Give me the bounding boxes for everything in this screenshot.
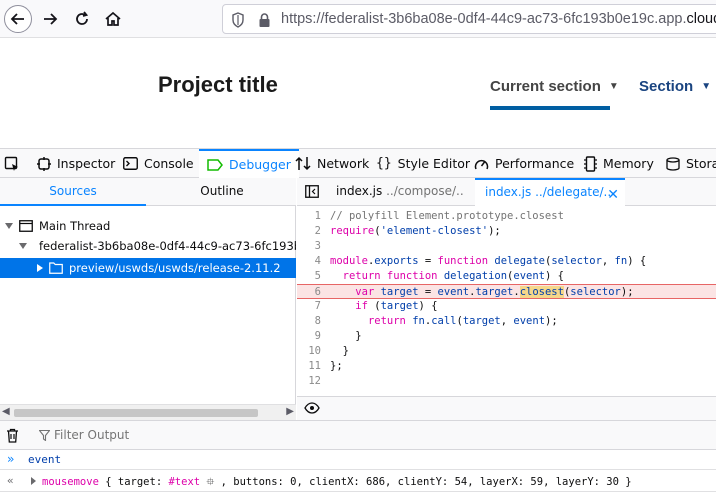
console-output-object: mousemove { target: #text ⯐ , buttons: 0…	[42, 476, 632, 488]
trash-icon[interactable]	[6, 428, 19, 443]
network-icon	[295, 156, 311, 171]
code-line: 8 return fn.call(target, event);	[314, 315, 558, 327]
back-button[interactable]	[4, 5, 32, 33]
code-line: 5 return function delegation(event) {	[314, 270, 564, 282]
tab-style-editor[interactable]: {} Style Editor	[376, 149, 470, 178]
element-picker-button[interactable]	[4, 149, 26, 178]
chevron-down-icon: ▼	[608, 81, 619, 92]
close-icon[interactable]: ✕	[607, 183, 619, 207]
tree-item-folder[interactable]: preview/uswds/uswds/release-2.11.2	[0, 258, 296, 278]
tab-console[interactable]: Console	[123, 149, 194, 178]
code-line: 3	[314, 240, 321, 252]
window-icon	[19, 220, 33, 232]
tab-inspector[interactable]: Inspector	[37, 149, 115, 178]
console-input-row: » event	[0, 450, 716, 470]
picker-icon	[4, 156, 18, 171]
filter-output-input[interactable]	[54, 428, 354, 442]
code-line: 7 if (target) {	[314, 300, 438, 312]
collapsed-triangle-icon	[37, 264, 43, 272]
arrow-left-icon	[10, 13, 24, 25]
url-bar[interactable]: https://federalist-3b6ba08e-0df4-44c9-ac…	[222, 4, 716, 34]
arrow-right-icon	[44, 13, 58, 25]
shield-icon[interactable]	[231, 12, 245, 28]
tab-outline[interactable]: Outline	[148, 178, 296, 206]
eye-icon[interactable]	[304, 401, 320, 415]
forward-button[interactable]	[36, 5, 64, 33]
inspector-icon	[37, 156, 51, 171]
expand-triangle-icon	[19, 243, 27, 249]
reload-button[interactable]	[68, 5, 96, 33]
sources-panel: Sources Outline Main Thread federalist-3…	[0, 178, 296, 420]
console-command[interactable]: event	[28, 453, 61, 466]
code-line: 12	[308, 375, 321, 387]
target-node-icon[interactable]: ⯐	[206, 476, 214, 488]
memory-chip-icon	[584, 155, 597, 172]
lock-icon[interactable]	[258, 12, 271, 28]
page-title: Project title	[158, 72, 278, 97]
scroll-right-icon[interactable]: ▶	[286, 406, 294, 417]
editor-footer	[297, 396, 716, 420]
home-icon	[105, 11, 121, 26]
web-page: Project title Current section ▼ Section ▼	[0, 38, 716, 148]
sources-panel-tabs: Sources Outline	[0, 178, 296, 206]
folder-icon	[49, 262, 63, 274]
home-button[interactable]	[99, 5, 127, 33]
tab-debugger[interactable]: Debugger	[199, 149, 299, 178]
nav-section[interactable]: Section ▼	[639, 78, 711, 95]
paused-code-line: 6 var target = event.target.closest(sele…	[297, 284, 716, 299]
devtools-tab-bar: Inspector Console Debugger Network {} St…	[0, 148, 716, 178]
filter-icon	[39, 430, 50, 441]
tab-memory[interactable]: Memory	[584, 149, 654, 178]
tab-performance[interactable]: Performance	[474, 149, 574, 178]
tab-sources[interactable]: Sources	[0, 178, 146, 206]
code-line: 1// polyfill Element.prototype.closest	[314, 210, 564, 222]
tree-item-main-thread[interactable]: Main Thread	[0, 216, 296, 236]
storage-icon	[666, 156, 680, 171]
url-text: https://federalist-3b6ba08e-0df4-44c9-ac…	[281, 11, 716, 27]
expand-triangle-icon[interactable]	[31, 477, 36, 485]
console-output-row[interactable]: « mousemove { target: #text ⯐ , buttons:…	[0, 470, 716, 492]
nav-current-section[interactable]: Current section ▼	[490, 78, 619, 95]
browser-toolbar: https://federalist-3b6ba08e-0df4-44c9-ac…	[0, 0, 716, 38]
editor-tab-delegate[interactable]: index.js ../delegate/.. ✕	[475, 178, 625, 206]
code-line: 11};	[308, 360, 343, 372]
tree-item-host[interactable]: federalist-3b6ba08e-0df4-44c9-ac73-6fc19…	[0, 236, 296, 256]
scrollbar-thumb[interactable]	[14, 409, 258, 417]
reload-icon	[76, 11, 89, 25]
result-arrow-icon: «	[7, 474, 14, 487]
expand-triangle-icon	[5, 223, 13, 229]
debugger-icon	[207, 158, 223, 171]
code-line: 9 }	[314, 330, 362, 342]
gauge-icon	[474, 159, 489, 169]
prompt-chevron-icon: »	[7, 452, 15, 466]
chevron-down-icon: ▼	[701, 81, 712, 92]
braces-icon: {}	[376, 156, 392, 171]
toggle-sidebar-icon[interactable]	[305, 185, 319, 198]
scroll-left-icon[interactable]: ◀	[2, 406, 10, 417]
current-section-underline	[490, 106, 610, 110]
tab-network[interactable]: Network	[295, 149, 369, 178]
console-icon	[123, 157, 138, 170]
editor-tab-compose[interactable]: index.js ../compose/..	[336, 178, 464, 206]
code-line: 10 }	[308, 345, 349, 357]
tab-storage[interactable]: Storag	[666, 149, 716, 178]
code-line: 4 module.exports = function delegate(sele…	[314, 255, 647, 267]
console-toolbar	[0, 420, 716, 450]
code-editor[interactable]: 1// polyfill Element.prototype.closest 2…	[297, 206, 716, 396]
editor-tab-bar: index.js ../compose/.. index.js ../deleg…	[297, 178, 716, 206]
code-line: 2 require('element-closest');	[314, 225, 501, 237]
horizontal-scrollbar[interactable]: ◀ ▶	[0, 404, 296, 420]
